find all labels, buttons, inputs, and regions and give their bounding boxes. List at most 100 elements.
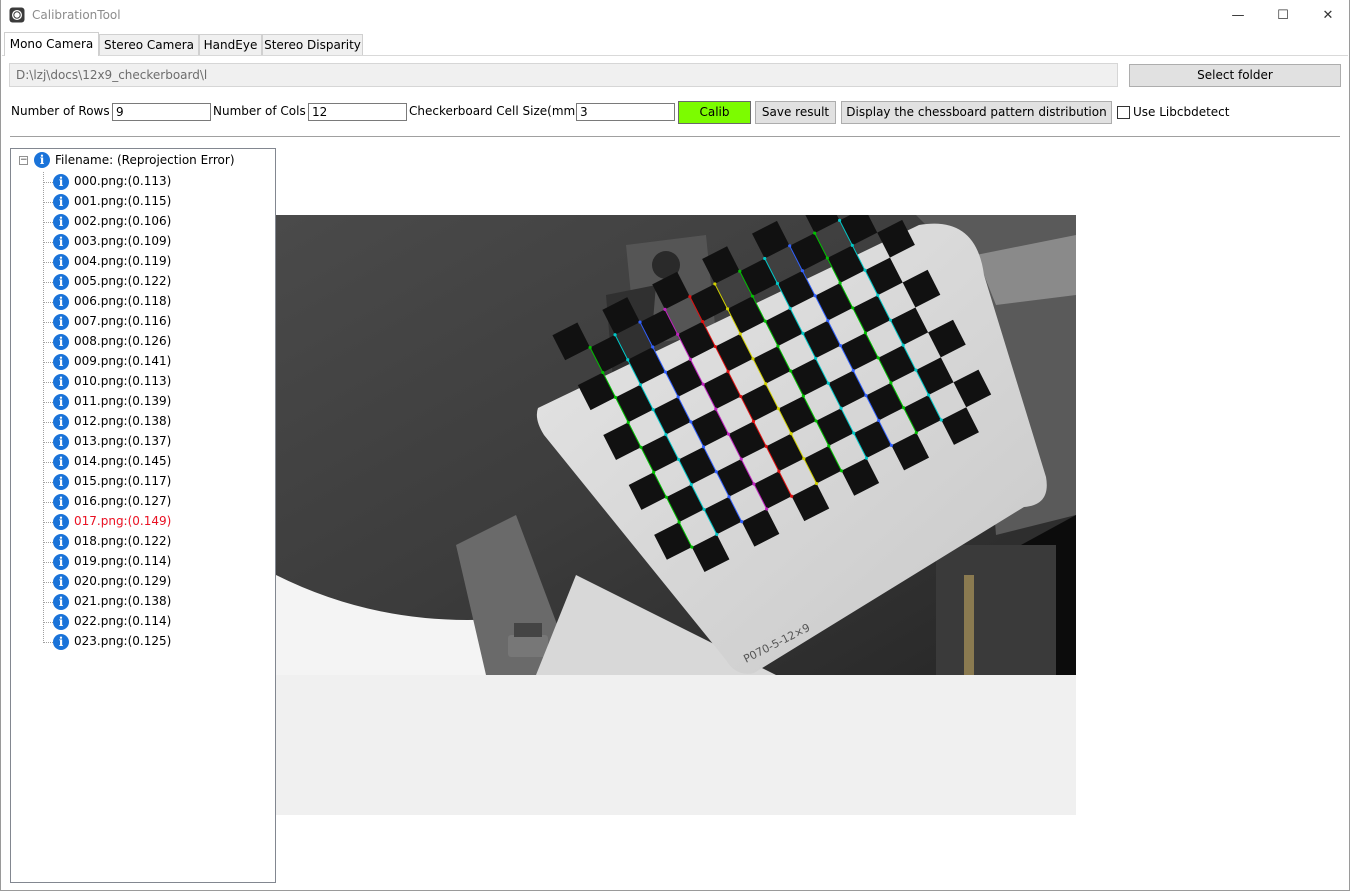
cell-size-input[interactable]: 3 [576, 103, 675, 121]
tree-branch-line [43, 202, 53, 203]
image-viewer: P070-5-12×9 [276, 215, 1076, 815]
tree-item-label: 023.png:(0.125) [74, 634, 172, 648]
tree-branch-line [43, 462, 53, 463]
tree-branch-line [43, 582, 53, 583]
tree-item-label: 008.png:(0.126) [74, 334, 172, 348]
tab-stereo-disparity[interactable]: Stereo Disparity [262, 34, 363, 55]
tree-branch-line [43, 182, 53, 183]
info-icon: i [53, 634, 69, 650]
info-icon: i [53, 174, 69, 190]
tree-item-label: 010.png:(0.113) [74, 374, 172, 388]
tree-item-label: 016.png:(0.127) [74, 494, 172, 508]
tree-item-label: 002.png:(0.106) [74, 214, 172, 228]
collapse-icon[interactable]: − [19, 156, 28, 165]
rows-label: Number of Rows [11, 104, 110, 118]
info-icon: i [53, 534, 69, 550]
tree-item-label: 019.png:(0.114) [74, 554, 172, 568]
info-icon: i [53, 454, 69, 470]
info-icon: i [53, 214, 69, 230]
close-button[interactable]: ✕ [1305, 0, 1350, 31]
tree-item-label: 003.png:(0.109) [74, 234, 172, 248]
tree-item-label: 022.png:(0.114) [74, 614, 172, 628]
info-icon: i [53, 274, 69, 290]
tree-item-label: 011.png:(0.139) [74, 394, 172, 408]
cell-size-label: Checkerboard Cell Size(mm) [409, 104, 580, 118]
tree-branch-line [43, 602, 53, 603]
tree-branch-line [43, 242, 53, 243]
tree-item-label: 013.png:(0.137) [74, 434, 172, 448]
tree-item-label: 012.png:(0.138) [74, 414, 172, 428]
tree-item-label: 021.png:(0.138) [74, 594, 172, 608]
info-icon: i [53, 474, 69, 490]
info-icon: i [53, 374, 69, 390]
select-folder-button[interactable]: Select folder [1129, 64, 1341, 87]
tree-branch-line [43, 482, 53, 483]
info-icon: i [53, 254, 69, 270]
info-icon: i [53, 234, 69, 250]
tree-item-label: 005.png:(0.122) [74, 274, 172, 288]
tree-item-label: 006.png:(0.118) [74, 294, 172, 308]
calib-button[interactable]: Calib [678, 101, 751, 124]
save-result-button[interactable]: Save result [755, 101, 836, 124]
tree-branch-line [43, 282, 53, 283]
tree-branch-line [43, 542, 53, 543]
tree-item-label: 015.png:(0.117) [74, 474, 172, 488]
window-title: CalibrationTool [32, 8, 121, 22]
tree-branch-line [43, 382, 53, 383]
info-icon: i [53, 294, 69, 310]
folder-path-field[interactable]: D:\lzj\docs\12x9_checkerboard\l [9, 63, 1118, 87]
libcbdetect-checkbox[interactable] [1117, 106, 1130, 119]
file-tree[interactable]: − i Filename: (Reprojection Error) i 000.… [10, 148, 276, 883]
maximize-button[interactable]: ☐ [1260, 0, 1306, 31]
info-icon: i [53, 594, 69, 610]
display-distribution-button[interactable]: Display the chessboard pattern distribut… [841, 101, 1112, 124]
libcbdetect-label: Use Libcbdetect [1133, 105, 1230, 119]
tree-item-label: 007.png:(0.116) [74, 314, 172, 328]
tree-branch-line [43, 222, 53, 223]
tree-item-label: 004.png:(0.119) [74, 254, 172, 268]
rows-input[interactable]: 9 [112, 103, 211, 121]
info-icon: i [53, 554, 69, 570]
tree-branch-line [43, 642, 53, 643]
title-bar: CalibrationTool — ☐ ✕ [1, 0, 1349, 31]
info-icon: i [53, 614, 69, 630]
tree-branch-line [43, 342, 53, 343]
calibration-image: P070-5-12×9 [276, 215, 1076, 675]
tree-branch-line [43, 402, 53, 403]
minimize-button[interactable]: — [1215, 0, 1261, 31]
app-icon [9, 7, 25, 23]
info-icon: i [53, 194, 69, 210]
tree-branch-line [43, 262, 53, 263]
info-icon: i [53, 334, 69, 350]
tab-stereo-camera[interactable]: Stereo Camera [99, 34, 199, 55]
tree-branch-line [43, 322, 53, 323]
info-icon: i [34, 152, 50, 168]
tree-item-label: 017.png:(0.149) [74, 514, 172, 528]
info-icon: i [53, 414, 69, 430]
tree-item-label: 018.png:(0.122) [74, 534, 172, 548]
cols-input[interactable]: 12 [308, 103, 407, 121]
tree-item-label: 014.png:(0.145) [74, 454, 172, 468]
tree-root-label: Filename: (Reprojection Error) [55, 153, 235, 167]
tab-mono-camera[interactable]: Mono Camera [4, 32, 99, 56]
tree-item-label: 001.png:(0.115) [74, 194, 172, 208]
tree-branch-line [43, 442, 53, 443]
separator-line [10, 136, 1340, 137]
info-icon: i [53, 394, 69, 410]
cols-label: Number of Cols [213, 104, 306, 118]
tree-item-label: 009.png:(0.141) [74, 354, 172, 368]
tree-branch-line [43, 522, 53, 523]
info-icon: i [53, 434, 69, 450]
tree-branch-line [43, 422, 53, 423]
tree-branch-line [43, 362, 53, 363]
tree-item-label: 020.png:(0.129) [74, 574, 172, 588]
info-icon: i [53, 314, 69, 330]
tab-handeye[interactable]: HandEye [199, 34, 262, 55]
info-icon: i [53, 494, 69, 510]
info-icon: i [53, 514, 69, 530]
info-icon: i [53, 574, 69, 590]
tree-branch-line [43, 622, 53, 623]
tree-item-label: 000.png:(0.113) [74, 174, 172, 188]
tree-branch-line [43, 562, 53, 563]
info-icon: i [53, 354, 69, 370]
